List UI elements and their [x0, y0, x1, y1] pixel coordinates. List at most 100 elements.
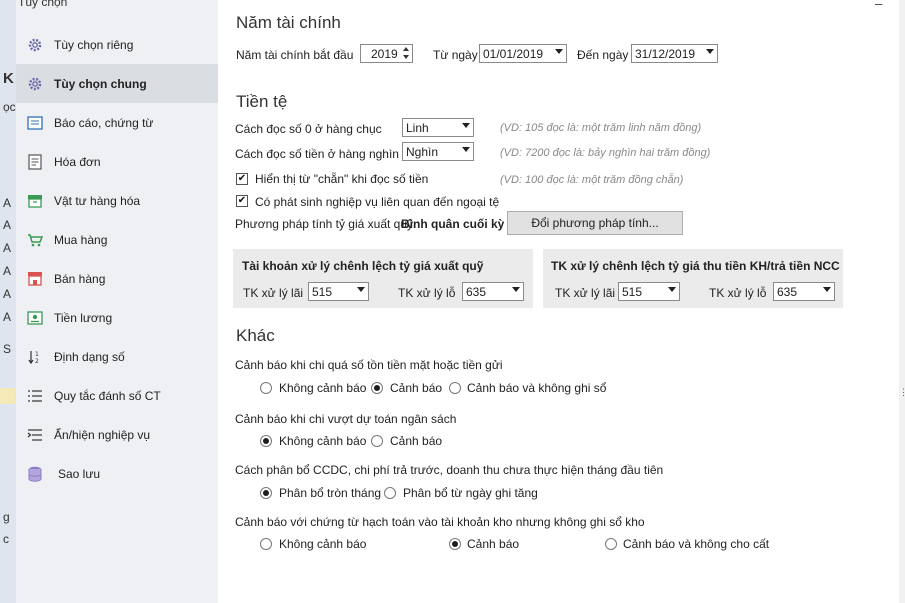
- sidebar-item-label: Quy tắc đánh số CT: [54, 388, 161, 403]
- sidebar-item-label: Bán hàng: [54, 271, 106, 286]
- q2-option-radio[interactable]: [260, 435, 272, 447]
- numbered-list-icon: [26, 387, 44, 405]
- cart-icon: [26, 231, 44, 249]
- sidebar-item-general-options[interactable]: Tùy chọn chung: [16, 64, 218, 103]
- sidebar-item-label: Sao lưu: [58, 466, 101, 481]
- fiscal-year-stepper[interactable]: 2019: [360, 44, 413, 63]
- bg-letter: g: [3, 510, 10, 524]
- gear-icon: [26, 75, 44, 93]
- loss-account-label: TK xử lý lỗ: [709, 286, 767, 300]
- q2-option-label: Cảnh báo: [390, 434, 443, 448]
- q1-label: Cảnh báo khi chi quá số tồn tiền mặt hoặ…: [235, 358, 503, 372]
- svg-text:1: 1: [35, 351, 39, 358]
- scrollbar-grip[interactable]: ⋮: [899, 388, 905, 397]
- sidebar-item-label: Báo cáo, chứng từ: [54, 115, 154, 130]
- zero-reading-label: Cách đọc số 0 ở hàng chục: [235, 122, 382, 136]
- bg-highlight-row: [0, 388, 15, 404]
- bg-letter: ọc: [3, 100, 16, 114]
- sidebar-item-purchasing[interactable]: Mua hàng: [16, 220, 218, 259]
- sidebar-item-label: Ẩn/hiện nghiệp vụ: [54, 427, 151, 442]
- thousand-reading-select[interactable]: Nghìn: [402, 142, 474, 161]
- bg-letter: A: [3, 264, 12, 278]
- gain-account-value: 515: [312, 285, 333, 299]
- store-icon: [26, 270, 44, 288]
- foreign-currency-label: Có phát sinh nghiệp vụ liên quan đến ngo…: [255, 195, 500, 209]
- q3-option-radio[interactable]: [384, 487, 396, 499]
- q1-option-label: Không cảnh báo: [279, 381, 367, 395]
- chevron-down-icon: [555, 49, 563, 54]
- to-date-picker[interactable]: 31/12/2019: [631, 44, 718, 63]
- thousand-reading-label: Cách đọc số tiền ở hàng nghìn: [235, 147, 399, 161]
- report-icon: [26, 114, 44, 132]
- q4-option-label: Cảnh báo và không cho cất: [623, 537, 770, 551]
- foreign-currency-checkbox[interactable]: ✔: [236, 195, 248, 207]
- bg-letter: A: [3, 196, 12, 210]
- sidebar-item-reports[interactable]: Báo cáo, chứng từ: [16, 103, 218, 142]
- svg-text:2: 2: [35, 358, 39, 365]
- even-word-checkbox[interactable]: ✔: [236, 173, 248, 185]
- chevron-down-icon: [512, 287, 520, 292]
- sidebar-item-inventory[interactable]: Vật tư hàng hóa: [16, 181, 218, 220]
- fiscal-year-value: 2019: [371, 47, 398, 61]
- sidebar-item-label: Tùy chọn chung: [54, 76, 147, 91]
- sidebar-item-invoice[interactable]: Hóa đơn: [16, 142, 218, 181]
- bg-letter: A: [3, 218, 12, 232]
- sidebar-item-hide-show[interactable]: Ẩn/hiện nghiệp vụ: [16, 415, 218, 454]
- chevron-down-icon: [668, 287, 676, 292]
- q3-option-radio[interactable]: [260, 487, 272, 499]
- chevron-down-icon: [462, 123, 470, 128]
- gain-account-select[interactable]: 515: [308, 282, 369, 301]
- q1-option-radio[interactable]: [449, 382, 461, 394]
- sort-number-icon: 12: [26, 348, 44, 366]
- q4-option-label: Cảnh báo: [467, 537, 520, 551]
- sidebar-item-sales[interactable]: Bán hàng: [16, 259, 218, 298]
- gear-icon: [26, 36, 44, 54]
- sidebar-item-numbering-rules[interactable]: Quy tắc đánh số CT: [16, 376, 218, 415]
- gain-account-value: 515: [622, 285, 643, 299]
- database-icon: [26, 465, 44, 483]
- q1-option-radio[interactable]: [260, 382, 272, 394]
- fiscal-start-label: Năm tài chính bắt đầu: [236, 48, 354, 62]
- zero-reading-select[interactable]: Linh: [402, 118, 474, 137]
- sidebar-item-payroll[interactable]: Tiền lương: [16, 298, 218, 337]
- gain-account-label: TK xử lý lãi: [243, 286, 304, 300]
- bg-letter: c: [3, 532, 9, 546]
- zero-reading-value: Linh: [406, 121, 429, 135]
- sidebar-item-label: Tiền lương: [54, 310, 113, 325]
- zero-reading-hint: (VD: 105 đọc là: một trăm linh năm đồng): [500, 122, 702, 134]
- exchange-method-label: Phương pháp tính tỷ giá xuất quỹ:: [235, 217, 417, 231]
- sidebar-item-backup[interactable]: Sao lưu: [16, 454, 218, 493]
- minimize-button[interactable]: –: [875, 0, 882, 11]
- stepper-up-icon[interactable]: [403, 47, 409, 51]
- q2-option-radio[interactable]: [371, 435, 383, 447]
- q4-option-radio[interactable]: [260, 538, 272, 550]
- sidebar-item-label: Tùy chọn riêng: [54, 37, 134, 52]
- chevron-down-icon: [357, 287, 365, 292]
- currency-section-title: Tiền tệ: [236, 92, 288, 111]
- background-app-strip: K ọc A A A A A A S g c: [0, 0, 17, 603]
- sidebar-item-label: Định dạng số: [54, 349, 125, 364]
- from-date-picker[interactable]: 01/01/2019: [479, 44, 567, 63]
- thousand-reading-hint: (VD: 7200 đọc là: bảy nghìn hai trăm đồn…: [500, 147, 711, 159]
- bg-letter: A: [3, 241, 12, 255]
- chevron-down-icon: [823, 287, 831, 292]
- chevron-down-icon: [462, 147, 470, 152]
- q1-option-radio[interactable]: [371, 382, 383, 394]
- customer-exchange-panel-title: TK xử lý chênh lệch tỷ giá thu tiền KH/t…: [551, 259, 840, 273]
- sidebar-item-label: Vật tư hàng hóa: [54, 193, 141, 208]
- vertical-scrollbar[interactable]: ⋮: [899, 0, 905, 603]
- loss-account-select[interactable]: 635: [462, 282, 524, 301]
- change-method-button[interactable]: Đổi phương pháp tính...: [507, 211, 683, 235]
- q4-option-radio[interactable]: [605, 538, 617, 550]
- fiscal-year-section-title: Năm tài chính: [236, 13, 341, 32]
- stepper-down-icon[interactable]: [403, 55, 409, 59]
- sidebar-item-number-format[interactable]: 12 Định dạng số: [16, 337, 218, 376]
- q3-label: Cách phân bổ CCDC, chi phí trả trước, do…: [235, 463, 664, 477]
- q3-option-label: Phân bổ từ ngày ghi tăng: [403, 486, 538, 500]
- q2-option-label: Không cảnh báo: [279, 434, 367, 448]
- q4-option-radio[interactable]: [449, 538, 461, 550]
- sidebar-item-personal-options[interactable]: Tùy chọn riêng: [16, 25, 218, 64]
- q1-option-label: Cảnh báo: [390, 381, 443, 395]
- loss-account-select[interactable]: 635: [773, 282, 835, 301]
- gain-account-select[interactable]: 515: [618, 282, 680, 301]
